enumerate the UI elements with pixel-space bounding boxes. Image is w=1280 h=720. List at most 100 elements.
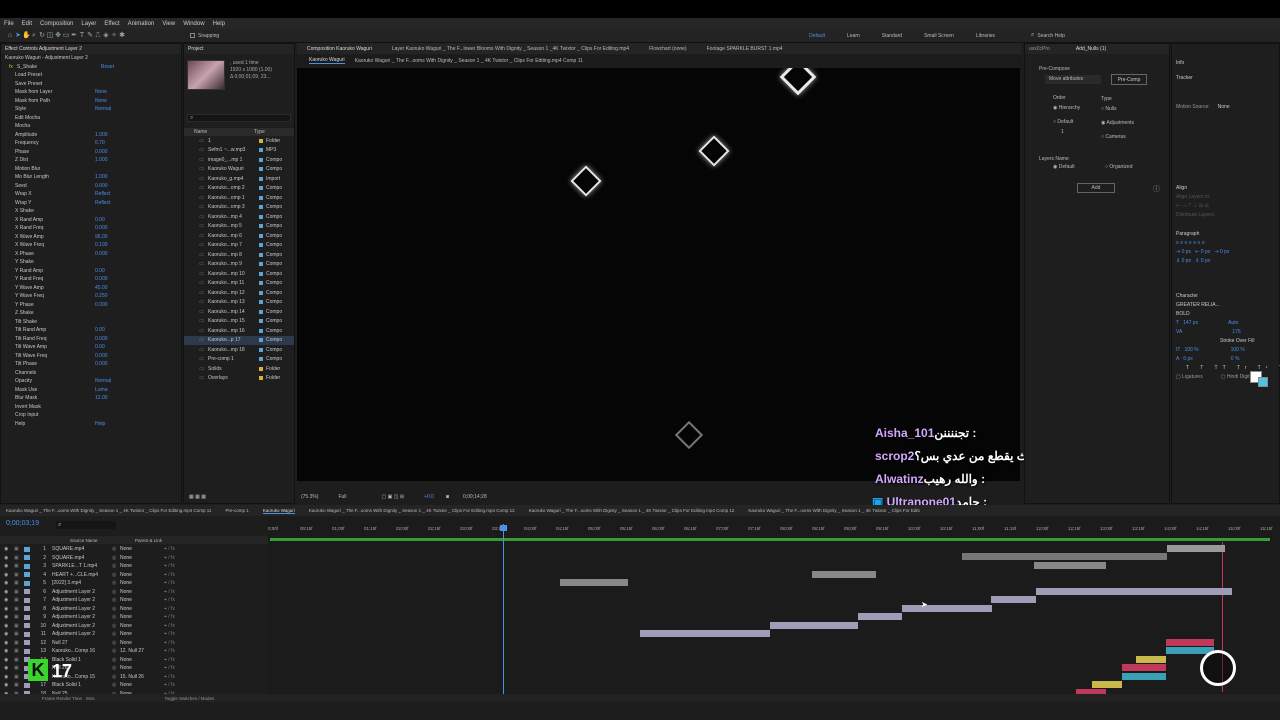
effect-row-mask-use[interactable]: Mask Use Luma	[15, 386, 181, 395]
font-select[interactable]: GREATER RELIA...	[1172, 300, 1279, 309]
track-bar[interactable]	[858, 613, 902, 620]
project-item[interactable]: ▭ Kaoruko...mp 13 Compo	[184, 298, 294, 308]
effect-row-tilt-wave-amp[interactable]: Tilt Wave Amp 0.00	[15, 343, 181, 352]
track-bar[interactable]	[1076, 689, 1106, 694]
paragraph-section[interactable]: Paragraph	[1172, 229, 1279, 238]
effect-header[interactable]: fx S_Shake Reset	[1, 63, 181, 72]
layer-name[interactable]: Adjustment Layer 2	[52, 597, 112, 603]
track-bar[interactable]	[560, 579, 628, 586]
menu-animation[interactable]: Animation	[128, 21, 155, 27]
effect-row-load-preset[interactable]: Load Preset	[15, 71, 181, 80]
effect-row-x-phase[interactable]: X Phase 0.000	[15, 250, 181, 259]
layer-name[interactable]: Null 27	[52, 640, 112, 646]
eye-icon[interactable]: ◉	[0, 546, 14, 552]
effect-row-wrap-x[interactable]: Wrap X Reflect	[15, 190, 181, 199]
layer-parent[interactable]: None	[120, 597, 164, 603]
ligatures-checkbox[interactable]: ▢ Ligatures	[1176, 374, 1203, 380]
eye-icon[interactable]: ◉	[0, 589, 14, 595]
tab-footage[interactable]: Footage SPARKLE BURST 1.mp4	[707, 46, 783, 52]
effect-row-style[interactable]: Style Normal	[15, 105, 181, 114]
distribute-layers[interactable]: Distribute Layers:	[1172, 210, 1279, 219]
effect-row-value[interactable]: 0.000	[95, 183, 108, 189]
pickwhip-icon[interactable]: ◎	[112, 563, 120, 569]
eye-icon[interactable]: ◉	[0, 682, 14, 688]
camera-tool-icon[interactable]: ◫	[46, 32, 54, 40]
lock-icon[interactable]: ▣	[14, 648, 24, 654]
project-item[interactable]: ▭ Kaoruko...mp 14 Compo	[184, 307, 294, 317]
layer-name[interactable]: Adjustment Layer 2	[52, 614, 112, 620]
switches[interactable]: ⌖ / fx	[164, 640, 175, 646]
switches[interactable]: ⌖ / fx	[164, 648, 175, 654]
effect-row-mask-from-path[interactable]: Mask from Path None	[15, 97, 181, 106]
pickwhip-icon[interactable]: ◎	[112, 682, 120, 688]
pickwhip-icon[interactable]: ◎	[112, 623, 120, 629]
switches[interactable]: ⌖ / fx	[164, 580, 175, 586]
effect-row-value[interactable]: 0.00	[95, 217, 105, 223]
layer-row[interactable]: ◉ ▣ 9 Adjustment Layer 2 ◎ None ⌖ / fx	[0, 613, 268, 622]
align-layers-to[interactable]: Align Layers to:	[1172, 192, 1279, 201]
tracker-section[interactable]: Tracker	[1172, 73, 1279, 82]
cameras-radio[interactable]: ○ Cameras	[1101, 132, 1134, 142]
layer-row[interactable]: ◉ ▣ 11 Adjustment Layer 2 ◎ None ⌖ / fx	[0, 630, 268, 639]
render-icon[interactable]: ▦ ▦ ▦	[189, 494, 206, 500]
lock-icon[interactable]: ▣	[14, 572, 24, 578]
eraser-tool-icon[interactable]: ◈	[102, 32, 110, 40]
layer-parent[interactable]: 12. Null 27	[120, 648, 164, 654]
layer-parent[interactable]: None	[120, 580, 164, 586]
eye-icon[interactable]: ◉	[0, 623, 14, 629]
effect-row-invert-mask[interactable]: Invert Mask	[15, 403, 181, 412]
switches[interactable]: ⌖ / fx	[164, 555, 175, 561]
effect-row-value[interactable]: 0.000	[95, 225, 108, 231]
effect-row-save-preset[interactable]: Save Preset	[15, 80, 181, 89]
exposure-value[interactable]: +0.0	[424, 494, 434, 500]
tab-composition[interactable]: Composition Kaoruko Waguri	[307, 46, 372, 52]
layer-parent[interactable]: None	[120, 657, 164, 663]
playhead-handle[interactable]	[500, 525, 507, 531]
effect-row-opacity[interactable]: Opacity Normal	[15, 377, 181, 386]
effect-row-help[interactable]: Help Help	[15, 420, 181, 429]
project-item[interactable]: ▭ Kaoruko...mp 16 Compo	[184, 326, 294, 336]
effect-row-tilt-wave-freq[interactable]: Tilt Wave Freq 0.000	[15, 352, 181, 361]
pickwhip-icon[interactable]: ◎	[112, 597, 120, 603]
menu-layer[interactable]: Layer	[81, 21, 96, 27]
tab-flowchart[interactable]: Flowchart (none)	[649, 46, 687, 52]
layer-parent[interactable]: 15. Null 26	[120, 674, 164, 680]
timeline-tab[interactable]: Kaoruko Waguri _ The F...ooms With Digni…	[748, 508, 919, 513]
effect-row-x-rand-freq[interactable]: X Rand Freq 0.000	[15, 224, 181, 233]
eye-icon[interactable]: ◉	[0, 580, 14, 586]
effect-row-value[interactable]: Normal	[95, 378, 111, 384]
effect-row-value[interactable]: 95.00	[95, 234, 108, 240]
layer-name[interactable]: SPARKLE...T 1.mp4	[52, 563, 112, 569]
effect-row-value[interactable]: None	[95, 98, 107, 104]
project-item[interactable]: ▭ Kaoruko...omp 3 Compo	[184, 203, 294, 213]
timeline-tab[interactable]: Kaoruko Waguri _ The F...ooms With Digni…	[309, 508, 515, 513]
effect-row-value[interactable]: Luma	[95, 387, 108, 393]
lock-icon[interactable]: ▣	[14, 606, 24, 612]
switches[interactable]: ⌖ / fx	[164, 657, 175, 663]
track-bar[interactable]	[991, 596, 1036, 603]
lock-icon[interactable]: ▣	[14, 674, 24, 680]
eye-icon[interactable]: ◉	[0, 606, 14, 612]
effect-row-value[interactable]: Reflect	[95, 200, 111, 206]
track-bar[interactable]	[1034, 562, 1106, 569]
switches[interactable]: ⌖ / fx	[164, 572, 175, 578]
project-item[interactable]: ▭ Kaoruko...mp 15 Compo	[184, 317, 294, 327]
composition-viewer[interactable]	[297, 68, 1020, 481]
layer-parent[interactable]: None	[120, 682, 164, 688]
project-item[interactable]: ▭ Overlays Folder	[184, 374, 294, 384]
layer-row[interactable]: ◉ ▣ 1 SQUARE.mp4 ◎ None ⌖ / fx	[0, 545, 268, 554]
effect-row-x-wave-freq[interactable]: X Wave Freq 0.190	[15, 241, 181, 250]
switches[interactable]: ⌖ / fx	[164, 589, 175, 595]
character-section[interactable]: Character	[1172, 291, 1279, 300]
switches[interactable]: ⌖ / fx	[164, 674, 175, 680]
effect-row-value[interactable]: 0.000	[95, 353, 108, 359]
layer-name[interactable]: Kaoruko...Comp 16	[52, 648, 112, 654]
project-item[interactable]: ▭ Kaoruko...mp 18 Compo	[184, 345, 294, 355]
track-bar[interactable]	[1136, 656, 1166, 663]
tracking-row[interactable]: VA 176	[1172, 327, 1279, 336]
project-search[interactable]: ⌕	[187, 114, 291, 122]
precomp-button[interactable]: Pre-Comp	[1111, 74, 1147, 85]
tab-add-nulls[interactable]: Add_Nulls (1)	[1076, 46, 1106, 52]
text-style-buttons[interactable]: T T TT Tr T¹ T₁	[1172, 363, 1280, 372]
timeline-timecode[interactable]: 0;00;03;19	[6, 520, 39, 527]
